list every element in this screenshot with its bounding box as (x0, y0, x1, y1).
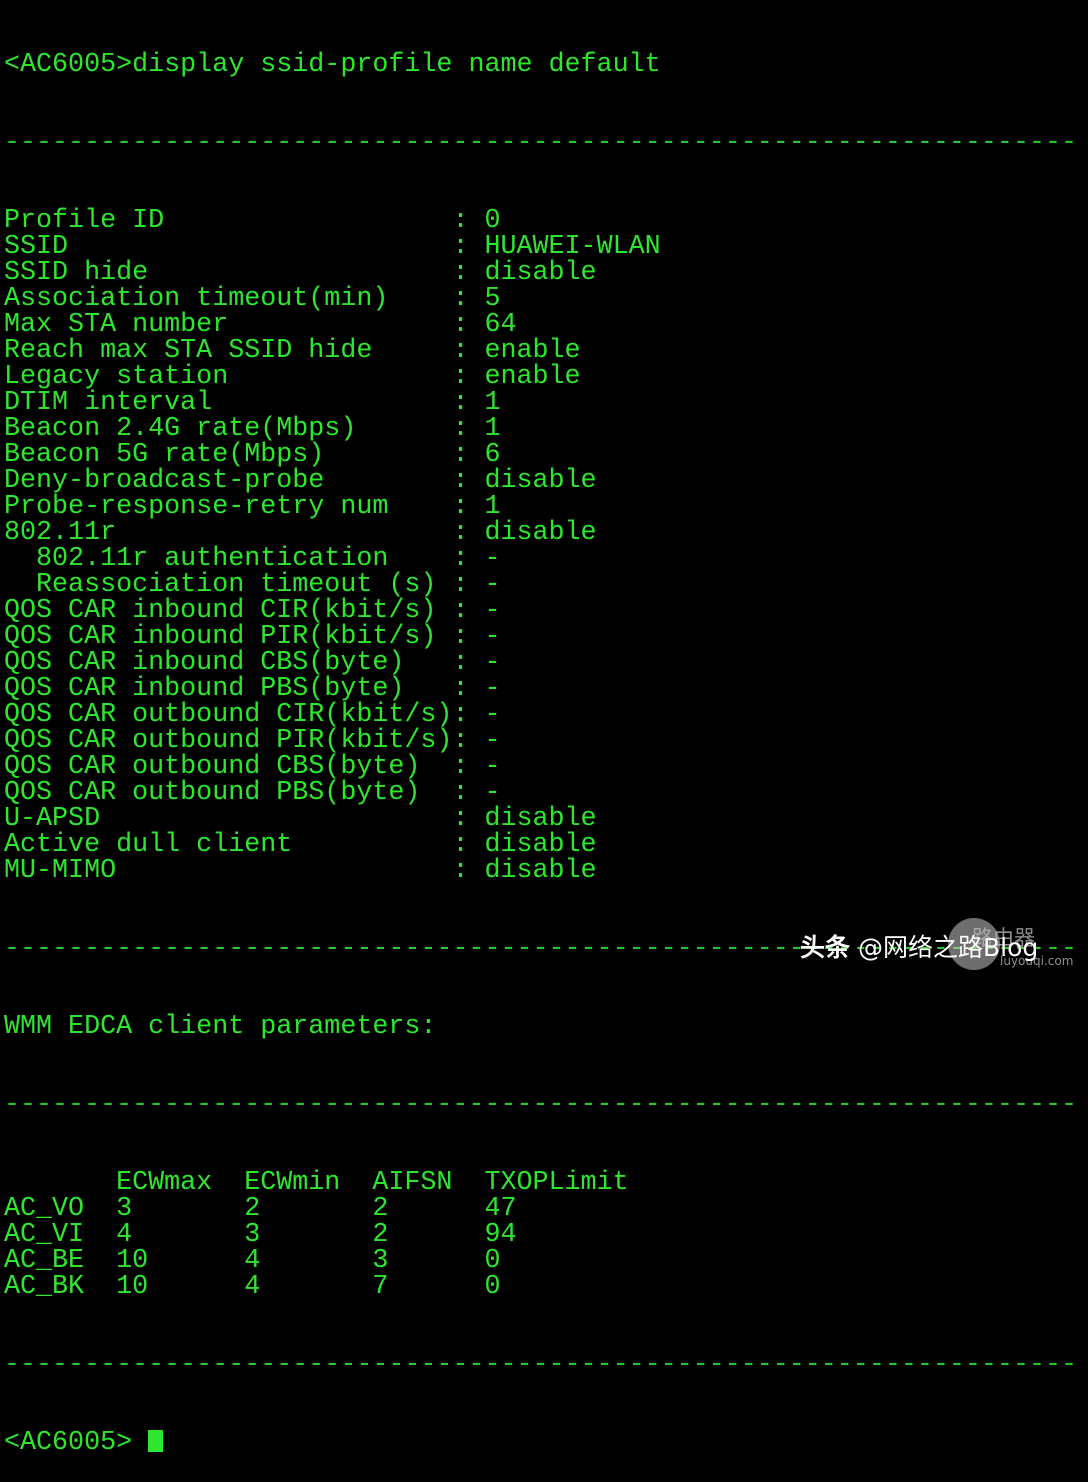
field-row: Deny-broadcast-probe : disable (4, 466, 1077, 496)
field-row: QOS CAR inbound CBS(byte) : - (4, 650, 1077, 677)
field-row: Probe-response-retry num : 1 (4, 494, 1077, 521)
field-row: QOS CAR outbound PBS(byte) : - (4, 780, 1077, 807)
prompt-line[interactable]: <AC6005> (4, 1430, 1077, 1456)
wmm-header-row: ECWmax ECWmin AIFSN TXOPLimit (4, 1170, 1077, 1197)
field-value: disable (484, 258, 597, 288)
field-value: disable (484, 856, 597, 886)
field-row: Reassociation timeout (s) : - (4, 572, 1077, 599)
field-row: Legacy station : enable (4, 364, 1077, 391)
field-colon: : (452, 856, 485, 886)
wmm-row: AC_VI 4 3 2 94 (4, 1222, 1077, 1249)
field-row: MU-MIMO : disable (4, 856, 1077, 886)
wmm-cell: 10 (116, 1272, 245, 1302)
field-row: DTIM interval : 1 (4, 390, 1077, 417)
field-row: 802.11r authentication : - (4, 546, 1077, 573)
terminal-output[interactable]: <AC6005>display ssid-profile name defaul… (4, 0, 1077, 1482)
field-row: Beacon 5G rate(Mbps) : 6 (4, 442, 1077, 469)
watermark-brand: 头条 (800, 933, 851, 962)
field-row: Beacon 2.4G rate(Mbps) : 1 (4, 416, 1077, 443)
wmm-cell: 4 (244, 1272, 373, 1302)
field-row: QOS CAR inbound PIR(kbit/s) : - (4, 624, 1077, 651)
field-row: U-APSD : disable (4, 806, 1077, 833)
field-row: Association timeout(min) : 5 (4, 286, 1077, 313)
command-line: <AC6005>display ssid-profile name defaul… (4, 50, 661, 80)
field-row: 802.11r : disable (4, 518, 1077, 548)
field-row: QOS CAR outbound CIR(kbit/s): - (4, 702, 1077, 729)
field-value: disable (484, 518, 597, 548)
field-row: QOS CAR inbound PBS(byte) : - (4, 676, 1077, 703)
wmm-row: AC_BK 10 4 7 0 (4, 1272, 1077, 1302)
separator: ----------------------------------------… (4, 128, 1078, 158)
field-row: SSID hide : disable (4, 258, 1077, 288)
wmm-title: WMM EDCA client parameters: (4, 1012, 437, 1042)
wmm-cell: 7 (372, 1272, 485, 1302)
field-value: disable (484, 466, 597, 496)
field-row: QOS CAR outbound CBS(byte) : - (4, 754, 1077, 781)
separator: ----------------------------------------… (4, 1090, 1078, 1120)
cursor (148, 1430, 164, 1452)
wmm-table: ECWmax ECWmin AIFSN TXOPLimit AC_VO 3 2 … (4, 1170, 1077, 1302)
wmm-cell: 0 (484, 1272, 645, 1302)
prompt: <AC6005> (4, 1428, 149, 1458)
field-row: Reach max STA SSID hide : enable (4, 338, 1077, 365)
watermark: 头条 @网络之路Blog (800, 928, 1038, 964)
wmm-row: AC_VO 3 2 2 47 (4, 1196, 1077, 1223)
profile-fields: Profile ID : 0 SSID : HUAWEI-WLAN SSID hid… (4, 208, 1077, 886)
wmm-row: AC_BE 10 4 3 0 (4, 1248, 1077, 1275)
wmm-cell: AC_BK (4, 1272, 117, 1302)
watermark-author: @网络之路Blog (857, 933, 1039, 962)
field-row: Max STA number : 64 (4, 312, 1077, 339)
field-row: SSID : HUAWEI-WLAN (4, 234, 1077, 261)
field-row: Profile ID : 0 (4, 208, 1077, 235)
field-row: QOS CAR outbound PIR(kbit/s): - (4, 728, 1077, 755)
field-label: MU-MIMO (4, 856, 453, 886)
field-row: QOS CAR inbound CIR(kbit/s) : - (4, 598, 1077, 625)
field-row: Active dull client : disable (4, 832, 1077, 859)
separator: ----------------------------------------… (4, 1350, 1078, 1380)
